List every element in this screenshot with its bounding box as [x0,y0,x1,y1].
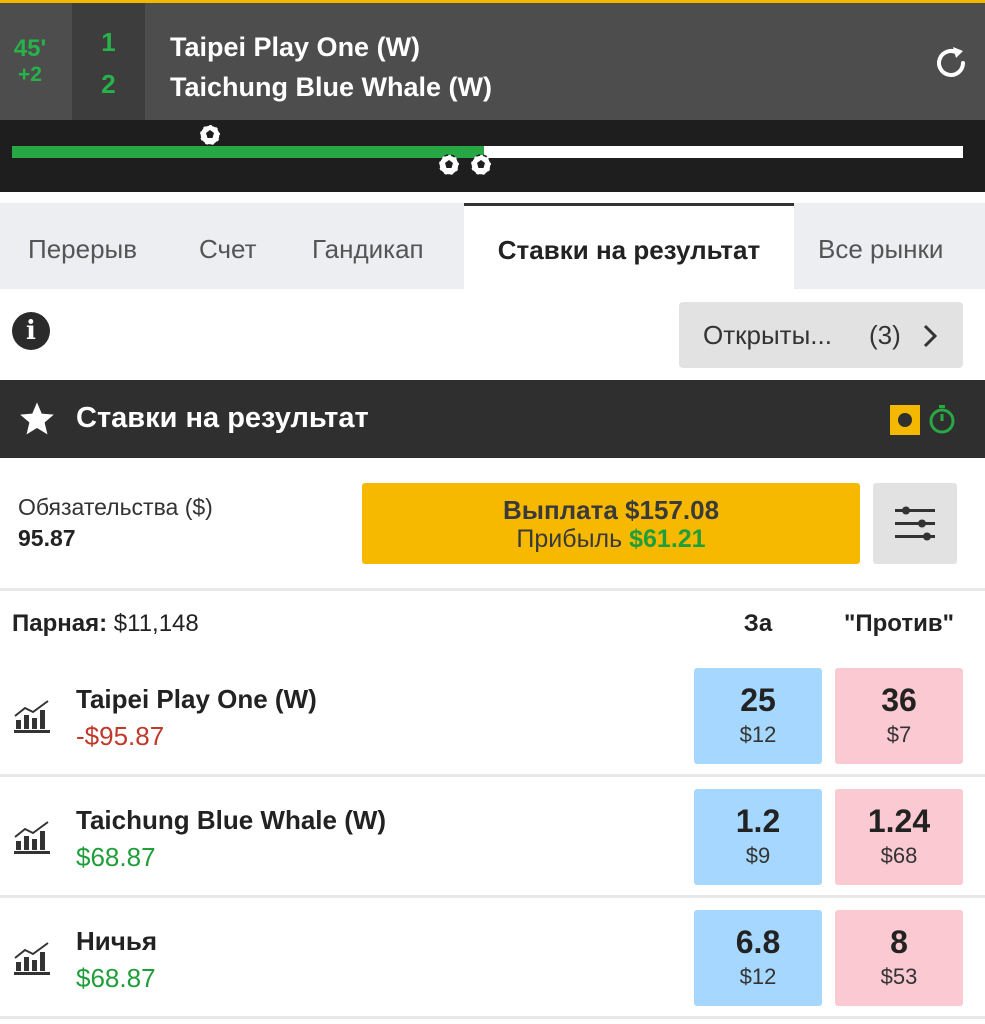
back-price: 25 [740,682,776,718]
open-bets-button[interactable]: Открыты... (3) [679,302,963,368]
back-size: $9 [745,843,771,868]
lay-odds-button[interactable]: 8 $53 [835,910,963,1006]
divider [0,588,985,591]
runner-row: Ничья $68.87 6.8 $12 8 $53 [0,910,985,1024]
lay-price: 36 [881,682,917,718]
lay-price: 1.24 [867,803,931,839]
liability-label: Обязательства ($) [18,494,213,520]
match-header: 45' +2 1 2 Taipei Play One (W) Taichung … [0,0,985,120]
settings-button[interactable] [873,483,957,564]
home-score: 1 [101,27,116,57]
scoreboard: 1 2 [72,3,145,120]
lay-odds-button[interactable]: 1.24 $68 [835,789,963,885]
liability-value: 95.87 [18,525,76,551]
added-time: +2 [18,63,42,86]
lay-size: $7 [886,722,912,747]
open-bets-count: (3) [869,320,901,350]
goal-ball-icon [438,154,460,176]
runner-profit-loss: -$95.87 [76,721,165,751]
chevron-right-icon [923,324,937,348]
back-size: $12 [739,722,777,747]
home-team-name: Taipei Play One (W) [170,32,421,62]
lay-size: $53 [880,964,918,989]
runner-profit-loss: $68.87 [76,963,156,993]
match-timeline [0,120,985,192]
lay-odds-button[interactable]: 36 $7 [835,668,963,764]
info-icon[interactable]: i [12,312,50,350]
tab-correct-score[interactable]: Счет [199,203,257,289]
profit-value: $61.21 [629,525,706,553]
star-icon[interactable] [18,400,56,438]
refresh-icon[interactable] [933,45,969,81]
tab-all-markets[interactable]: Все рынки [818,203,943,289]
section-header: Ставки на результат [0,380,985,458]
away-score: 2 [101,69,116,99]
bar-chart-icon[interactable] [12,698,52,734]
match-minute: 45' [13,35,47,62]
runner-name: Taipei Play One (W) [76,684,317,714]
divider [0,1016,985,1019]
back-odds-button[interactable]: 25 $12 [694,668,822,764]
timeline-progress [12,146,484,158]
away-team-name: Taichung Blue Whale (W) [170,72,492,102]
tab-match-odds[interactable]: Ставки на результат [464,203,794,289]
profit-line: Прибыль $61.21 [362,525,860,554]
open-bets-label: Открыты... [703,320,832,350]
back-odds-button[interactable]: 1.2 $9 [694,789,822,885]
match-clock: 45' +2 [0,3,72,120]
timer-icon [929,405,955,434]
back-price: 6.8 [735,924,781,960]
profit-label: Прибыль [516,525,623,553]
runner-profit-loss: $68.87 [76,842,156,872]
runner-row: Taipei Play One (W) -$95.87 25 $12 36 $7 [0,668,985,786]
back-odds-button[interactable]: 6.8 $12 [694,910,822,1006]
market-tabs: Перерыв Счет Гандикап Ставки на результа… [0,203,985,289]
payout-label: Выплата $157.08 [502,495,720,525]
live-icon [890,405,920,435]
runner-name: Ничья [76,926,158,956]
goal-ball-icon [199,124,221,146]
back-price: 1.2 [735,803,781,839]
lay-column-header: "Против" [844,610,954,637]
tab-halftime[interactable]: Перерыв [28,203,137,289]
tab-handicap[interactable]: Гандикап [312,203,424,289]
divider [0,895,985,898]
lay-size: $68 [880,843,918,868]
back-column-header: За [743,610,773,637]
matched-value: $11,148 [113,610,199,637]
bar-chart-icon[interactable] [12,940,52,976]
section-title: Ставки на результат [76,402,369,434]
matched-amount: Парная: $11,148 [12,610,199,638]
back-size: $12 [739,964,777,989]
team-names: Taipei Play One (W) Taichung Blue Whale … [170,27,492,107]
divider [0,774,985,777]
sliders-icon [895,506,935,541]
lay-price: 8 [890,924,908,960]
matched-label: Парная: [12,610,108,637]
bar-chart-icon[interactable] [12,819,52,855]
cash-out-button[interactable]: Выплата $157.08 Прибыль $61.21 [362,483,860,564]
runner-row: Taichung Blue Whale (W) $68.87 1.2 $9 1.… [0,789,985,907]
runner-name: Taichung Blue Whale (W) [76,805,387,835]
goal-ball-icon [470,154,492,176]
